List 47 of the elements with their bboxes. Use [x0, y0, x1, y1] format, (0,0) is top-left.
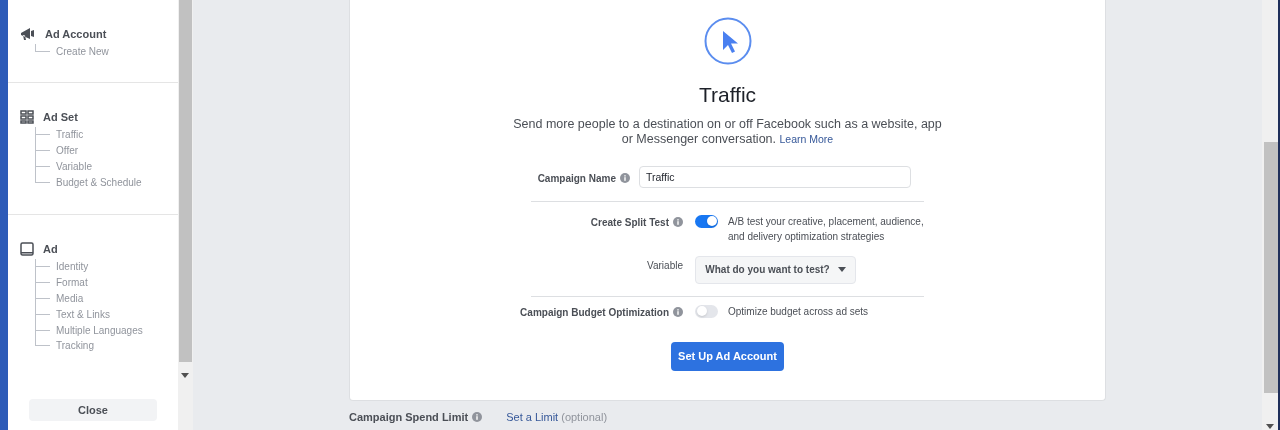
section-title[interactable]: Ad [43, 240, 58, 258]
sidebar-item[interactable]: Variable [56, 158, 92, 174]
info-icon[interactable] [620, 173, 630, 183]
sidebar-item[interactable]: Text & Links [56, 306, 110, 322]
info-icon[interactable] [472, 412, 483, 423]
info-icon[interactable] [673, 217, 683, 227]
section-title[interactable]: Ad Account [45, 25, 107, 43]
scrollbar[interactable] [1262, 0, 1278, 430]
sidebar-item[interactable]: Tracking [56, 338, 94, 354]
campaign-name-input[interactable]: Traffic [639, 165, 911, 188]
scrollbar[interactable] [178, 0, 193, 430]
objective-title: Traffic [698, 82, 757, 108]
field-label: Variable [647, 258, 683, 273]
megaphone-icon [20, 27, 36, 41]
spend-limit-label: Campaign Spend Limit [349, 410, 469, 425]
field-label: Campaign Budget Optimization [520, 305, 669, 320]
sidebar-item[interactable]: Identity [56, 259, 89, 275]
set-limit-text: Set a Limit (optional) [506, 410, 608, 425]
toggle-description: Optimize budget across ad sets [728, 304, 870, 319]
layout-icon [20, 109, 34, 124]
field-label: Create Split Test [590, 215, 669, 230]
learn-more-link[interactable]: Learn More [779, 132, 834, 145]
variable-dropdown[interactable]: What do you want to test? [695, 255, 856, 284]
toggle-switch[interactable] [695, 304, 718, 318]
caret-icon [837, 267, 846, 272]
scrollbar-thumb[interactable] [1264, 142, 1278, 393]
tablet-icon [20, 242, 34, 256]
sidebar-item[interactable]: Multiple Languages [56, 322, 143, 338]
scroll-down-icon[interactable] [1266, 424, 1274, 429]
sidebar-item[interactable]: Format [56, 275, 88, 291]
sidebar-item[interactable]: Create New [56, 44, 109, 60]
set-limit-link[interactable]: Set a Limit [506, 411, 559, 423]
section-title[interactable]: Ad Set [43, 108, 78, 126]
sidebar-item[interactable]: Traffic [56, 127, 84, 143]
sidebar-item[interactable]: Offer [56, 143, 79, 158]
info-icon[interactable] [673, 307, 683, 317]
set-up-button[interactable]: Set Up Ad Account [671, 341, 784, 371]
sidebar-item[interactable]: Media [56, 290, 84, 306]
field-label: Campaign Name [537, 171, 616, 186]
toggle-switch[interactable] [695, 214, 718, 228]
scrollbar-thumb[interactable] [179, 0, 192, 362]
close-button[interactable]: Close [29, 399, 157, 421]
cursor-icon [703, 17, 752, 65]
objective-description: Send more people to a destination on or off Facebook such as a website, app or Messenger conversation. Learn More [512, 116, 943, 147]
toggle-description: A/B test your creative, placement, audience, and delivery optimization strategies [728, 214, 925, 244]
sidebar-item[interactable]: Budget & Schedule [56, 174, 142, 190]
scroll-down-icon[interactable] [181, 373, 189, 378]
